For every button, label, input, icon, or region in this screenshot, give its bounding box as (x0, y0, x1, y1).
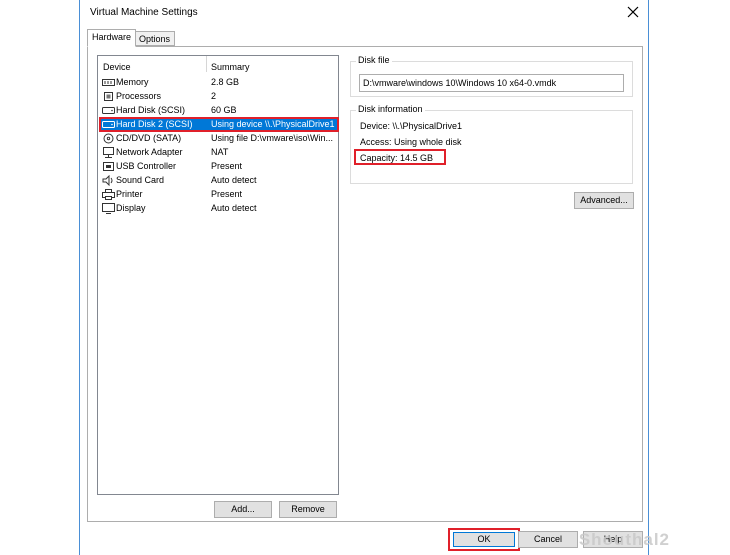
device-name: Hard Disk (SCSI) (116, 105, 186, 115)
device-row-memory[interactable]: Memory 2.8 GB (99, 76, 337, 89)
hardware-tab-panel: Device Summary Memory 2.8 GB Processors … (87, 46, 643, 522)
memory-icon (102, 79, 115, 86)
cd-dvd-icon (103, 133, 114, 144)
disk-file-group: Disk file D:\vmware\windows 10\Windows 1… (350, 55, 633, 97)
device-summary: Present (211, 161, 243, 171)
device-row-cd-dvd[interactable]: CD/DVD (SATA) Using file D:\vmware\iso\W… (99, 132, 337, 145)
device-row-usb-controller[interactable]: USB Controller Present (99, 160, 337, 173)
title-bar: Virtual Machine Settings (80, 0, 648, 26)
disk-device-info: Device: \\.\PhysicalDrive1 (360, 121, 463, 131)
device-name: Display (116, 203, 146, 213)
disk-file-path[interactable]: D:\vmware\windows 10\Windows 10 x64-0.vm… (359, 74, 624, 92)
usb-controller-icon (103, 162, 114, 171)
tab-options[interactable]: Options (134, 31, 176, 46)
device-summary: 2.8 GB (211, 77, 240, 87)
device-row-processors[interactable]: Processors 2 (99, 90, 337, 103)
device-summary: Auto detect (211, 175, 257, 185)
device-name: CD/DVD (SATA) (116, 133, 182, 143)
device-list[interactable]: Device Summary Memory 2.8 GB Processors … (97, 55, 339, 495)
device-list-header: Device Summary (98, 56, 338, 74)
disk-information-label: Disk information (356, 104, 425, 114)
column-header-summary[interactable]: Summary (211, 62, 250, 72)
disk-file-label: Disk file (356, 55, 392, 65)
device-summary: Present (211, 189, 243, 199)
disk-information-group: Disk information Device: \\.\PhysicalDri… (350, 104, 633, 184)
device-row-printer[interactable]: Printer Present (99, 188, 337, 201)
device-name: USB Controller (116, 161, 177, 171)
sound-card-icon (102, 175, 113, 186)
column-separator[interactable] (206, 56, 207, 72)
device-row-network-adapter[interactable]: Network Adapter NAT (99, 146, 337, 159)
device-summary: Auto detect (211, 203, 257, 213)
selected-row-highlight (99, 117, 339, 132)
capacity-highlight (354, 149, 446, 165)
disk-access-info: Access: Using whole disk (360, 137, 462, 147)
device-name: Printer (116, 189, 143, 199)
remove-button[interactable]: Remove (279, 501, 337, 518)
cancel-button[interactable]: Cancel (518, 531, 578, 548)
watermark: Shouthal2 (578, 530, 670, 549)
column-header-device[interactable]: Device (103, 62, 131, 72)
display-icon (102, 203, 115, 214)
window-title: Virtual Machine Settings (90, 7, 198, 18)
device-row-display[interactable]: Display Auto detect (99, 202, 337, 215)
device-name: Memory (116, 77, 149, 87)
device-name: Network Adapter (116, 147, 183, 157)
device-name: Processors (116, 91, 162, 101)
tab-hardware[interactable]: Hardware (87, 29, 137, 47)
device-row-hard-disk[interactable]: Hard Disk (SCSI) 60 GB (99, 104, 337, 117)
device-summary: 60 GB (211, 105, 237, 115)
advanced-button[interactable]: Advanced... (574, 192, 634, 209)
close-icon[interactable] (625, 4, 641, 20)
processor-icon (104, 92, 113, 101)
hard-disk-icon (102, 107, 115, 114)
device-row-sound-card[interactable]: Sound Card Auto detect (99, 174, 337, 187)
virtual-machine-settings-window: Virtual Machine Settings Hardware Option… (79, 0, 649, 555)
device-summary: Using file D:\vmware\iso\Win... (211, 133, 334, 143)
ok-button[interactable]: OK (453, 532, 515, 547)
network-adapter-icon (103, 147, 114, 158)
add-button[interactable]: Add... (214, 501, 272, 518)
device-name: Sound Card (116, 175, 165, 185)
device-summary: NAT (211, 147, 229, 157)
device-summary: 2 (211, 91, 217, 101)
printer-icon (102, 189, 115, 200)
